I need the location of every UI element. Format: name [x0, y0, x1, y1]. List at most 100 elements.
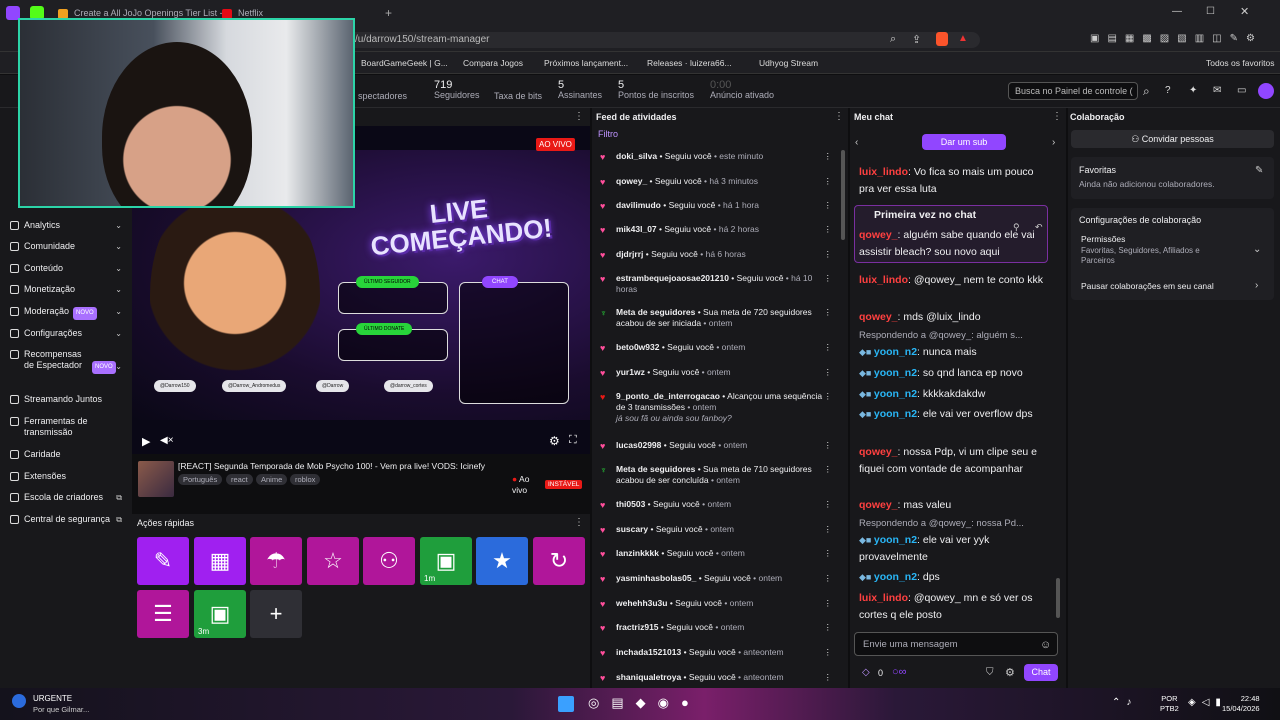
- feed-item[interactable]: ♆ Meta de seguidores • Sua meta de 710 se…: [600, 464, 832, 486]
- stream-title[interactable]: [REACT] Segunda Temporada de Mob Psycho …: [178, 461, 518, 471]
- feed-item[interactable]: ♥ djdrjrrj • Seguiu você • há 6 horas ⋮: [600, 249, 832, 260]
- dashboard-search-input[interactable]: Busca no Painel de controle (: [1008, 82, 1138, 100]
- chat-username[interactable]: yoon_n2: [874, 388, 917, 400]
- new-tab-icon[interactable]: +: [385, 6, 392, 20]
- news-icon[interactable]: [12, 694, 26, 708]
- quick-action-button[interactable]: ▣ 3m: [194, 590, 246, 638]
- feed-item[interactable]: ♥ mik43l_07 • Seguiu você • há 2 horas ⋮: [600, 224, 832, 235]
- chat-message[interactable]: qowey_: mds @luix_lindo: [859, 309, 1049, 326]
- taskbar-apps-icons[interactable]: ◎▤◆◉●: [588, 695, 701, 711]
- chat-username[interactable]: yoon_n2: [874, 534, 917, 546]
- channel-points-icon[interactable]: ◇: [862, 667, 870, 678]
- close-icon[interactable]: ✕: [1240, 5, 1249, 18]
- more-icon[interactable]: ⋮: [824, 249, 833, 260]
- sidebar-item-caridade[interactable]: Caridade: [10, 449, 130, 460]
- feed-filter[interactable]: Filtro: [598, 129, 618, 139]
- quick-action-button[interactable]: ☂: [250, 537, 302, 585]
- chat-message[interactable]: ◆■ yoon_n2: so qnd lanca ep novo: [859, 365, 1049, 382]
- extensions-icons[interactable]: ▣▤▦▩▨▧▥◫✎⚙: [1090, 33, 1263, 44]
- shield-icon[interactable]: ⛉: [986, 667, 994, 678]
- feed-item[interactable]: ♥ doki_silva • Seguiu você • este minuto ⋮: [600, 151, 832, 162]
- sidebar-item-monetizacao[interactable]: Monetização ⌄: [10, 284, 130, 295]
- news-title[interactable]: URGENTE: [33, 694, 72, 703]
- more-icon[interactable]: ⋮: [824, 647, 833, 658]
- chat-message[interactable]: ◆■ yoon_n2: ele vai ver overflow dps: [859, 406, 1049, 423]
- sidebar-item-extensoes[interactable]: Extensões: [10, 471, 130, 482]
- chat-username[interactable]: luix_lindo: [859, 592, 908, 604]
- stream-tag[interactable]: Anime: [256, 474, 288, 485]
- more-icon[interactable]: ⋮: [574, 517, 584, 528]
- gear-icon[interactable]: ⚙: [1005, 666, 1015, 679]
- play-icon[interactable]: ▶: [142, 435, 150, 448]
- brave-shield-icon[interactable]: [936, 32, 948, 46]
- feed-item[interactable]: ♥ yasminhasbolas05_ • Seguiu você • ontem…: [600, 573, 832, 584]
- emote-icon[interactable]: ☺: [1040, 639, 1051, 651]
- quick-action-button[interactable]: +: [250, 590, 302, 638]
- invite-button[interactable]: ⚇ Convidar pessoas: [1071, 130, 1274, 148]
- quick-action-button[interactable]: ⚇: [363, 537, 415, 585]
- tray-icons[interactable]: ⌃♪: [1112, 697, 1137, 708]
- more-icon[interactable]: ⋮: [1052, 111, 1062, 122]
- chevron-right-icon[interactable]: ›: [1255, 280, 1258, 291]
- all-favorites[interactable]: Todos os favoritos: [1206, 58, 1275, 68]
- stream-tag[interactable]: react: [226, 474, 253, 485]
- sidebar-item-recompensas[interactable]: Recompensas de Espectador NOVO ⌄: [10, 349, 130, 374]
- quick-action-button[interactable]: ★: [476, 537, 528, 585]
- fullscreen-icon[interactable]: ⛶: [569, 434, 577, 447]
- sidebar-item-comunidade[interactable]: Comunidade ⌄: [10, 241, 130, 252]
- gift-sub-button[interactable]: Dar um sub: [922, 134, 1006, 150]
- chat-message[interactable]: luix_lindo: @qowey_ nem te conto kkk: [859, 272, 1049, 289]
- search-icon[interactable]: ⌕: [890, 33, 896, 46]
- chat-message[interactable]: ◆■ yoon_n2: dps: [859, 569, 1049, 586]
- chat-message[interactable]: ◆■ yoon_n2: kkkkakdakdw: [859, 386, 1049, 403]
- feed-scrollbar[interactable]: [841, 150, 845, 240]
- chat-message[interactable]: ◆■ yoon_n2: ele vai ver yyk provavelment…: [859, 532, 1049, 565]
- stream-tag[interactable]: roblox: [290, 474, 321, 485]
- chevron-down-icon[interactable]: ⌄: [1253, 244, 1261, 255]
- quick-action-button[interactable]: ▣ 1m: [420, 537, 472, 585]
- more-icon[interactable]: ⋮: [824, 440, 833, 451]
- sidebar-item-analytics[interactable]: Analytics ⌄: [10, 220, 130, 231]
- chat-message[interactable]: qowey_: mas valeu: [859, 497, 1049, 514]
- feed-item[interactable]: ♥ yur1wz • Seguiu você • ontem ⋮: [600, 367, 832, 378]
- more-icon[interactable]: ⋮: [824, 464, 833, 475]
- sidebar-item-configuracoes[interactable]: Configurações ⌄: [10, 328, 130, 339]
- sidebar-item-streamando-juntos[interactable]: Streamando Juntos: [10, 394, 130, 405]
- bookmark-item[interactable]: Releases · luizera66...: [647, 58, 732, 68]
- chat-username[interactable]: yoon_n2: [874, 571, 917, 583]
- more-icon[interactable]: ⋮: [824, 342, 833, 353]
- more-icon[interactable]: ⋮: [824, 200, 833, 211]
- feed-item[interactable]: ♥ shaniqualetroya • Seguiu você • anteont…: [600, 672, 832, 683]
- quick-action-button[interactable]: ↻: [533, 537, 585, 585]
- url-input[interactable]: v/u/darrow150/stream-manager: [340, 32, 980, 48]
- more-icon[interactable]: ⋮: [824, 548, 833, 559]
- category-thumbnail[interactable]: [138, 461, 174, 497]
- chat-scrollbar[interactable]: [1056, 578, 1060, 618]
- feed-item[interactable]: ♥ inchada1521013 • Seguiu você • anteonte…: [600, 647, 832, 658]
- quick-action-button[interactable]: ☰: [137, 590, 189, 638]
- stream-tag[interactable]: Português: [178, 474, 223, 485]
- chat-username[interactable]: yoon_n2: [874, 367, 917, 379]
- more-icon[interactable]: ⋮: [824, 176, 833, 187]
- bookmark-item[interactable]: Compara Jogos: [463, 58, 523, 68]
- more-icon[interactable]: ⋮: [824, 151, 833, 162]
- bookmark-item[interactable]: Próximos lançament...: [544, 58, 628, 68]
- sidebar-item-escola[interactable]: Escola de criadores ⧉: [10, 492, 130, 503]
- chat-message[interactable]: luix_lindo: Vo fica so mais um pouco pra…: [859, 164, 1049, 197]
- more-icon[interactable]: ⋮: [824, 307, 833, 318]
- feed-item[interactable]: ♥ davilimudo • Seguiu você • há 1 hora ⋮: [600, 200, 832, 211]
- more-icon[interactable]: ⋮: [824, 573, 833, 584]
- help-icon[interactable]: ?: [1165, 85, 1171, 96]
- feed-item[interactable]: ♆ Meta de seguidores • Sua meta de 720 se…: [600, 307, 832, 329]
- settings-icon[interactable]: ⚙: [549, 434, 560, 448]
- chat-message[interactable]: qowey_: nossa Pdp, vi um clipe seu e fiq…: [859, 444, 1049, 477]
- volume-icon[interactable]: ◀×: [160, 435, 174, 446]
- feed-item[interactable]: ♥ lucas02998 • Seguiu você • ontem ⋮: [600, 440, 832, 451]
- chat-username[interactable]: yoon_n2: [874, 408, 917, 420]
- chevron-right-icon[interactable]: ›: [1052, 137, 1055, 148]
- chevron-left-icon[interactable]: ‹: [855, 137, 858, 148]
- sidebar-item-ferramentas[interactable]: Ferramentas de transmissão: [10, 416, 130, 438]
- bookmark-item[interactable]: BoardGameGeek | G...: [361, 58, 448, 68]
- chat-username[interactable]: qowey_: [859, 446, 898, 458]
- feed-item[interactable]: ♥ estrambequejoaosae201210 • Seguiu você …: [600, 273, 832, 295]
